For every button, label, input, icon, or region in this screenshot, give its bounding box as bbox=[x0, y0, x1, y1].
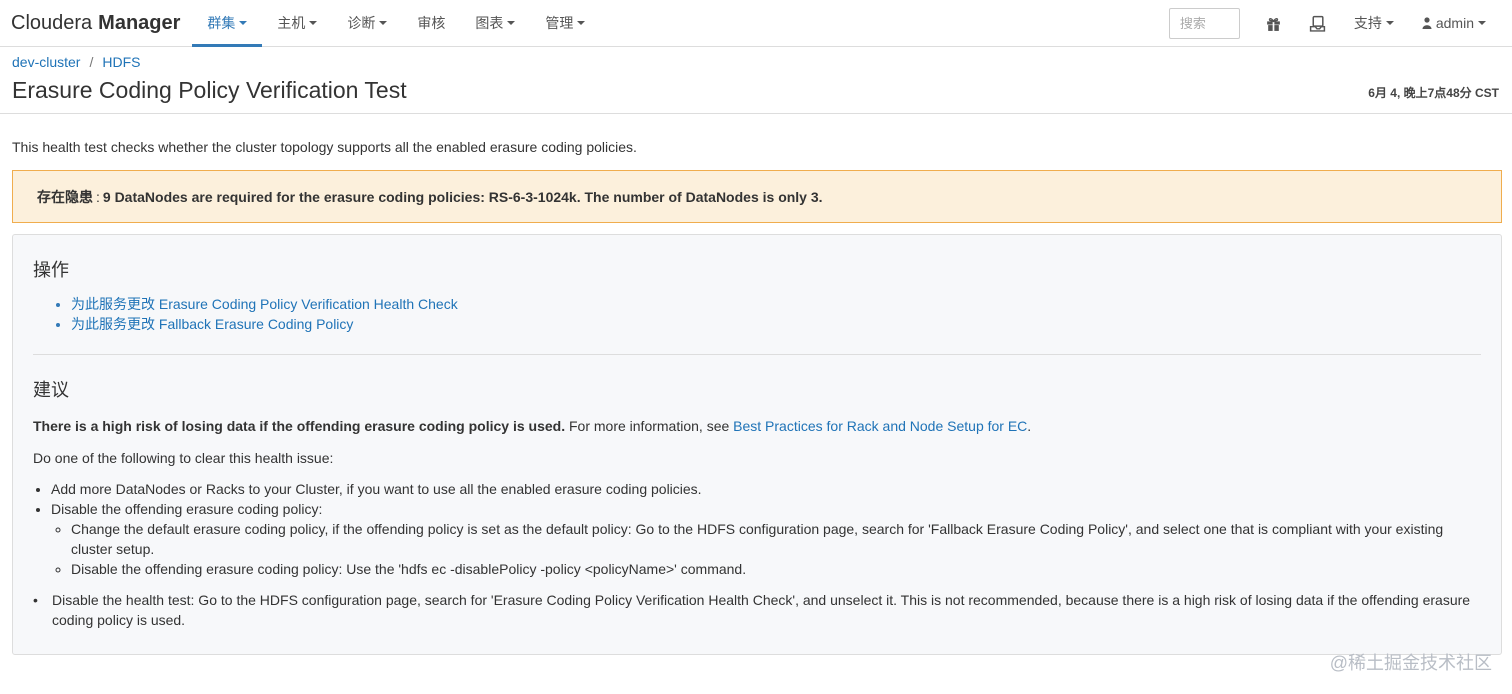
test-description: This health test checks whether the clus… bbox=[12, 139, 637, 155]
advice-lead: There is a high risk of losing data if t… bbox=[33, 416, 1481, 436]
change-fallback-policy-link[interactable]: 为此服务更改 Fallback Erasure Coding Policy bbox=[71, 316, 353, 332]
breadcrumb: dev-cluster / HDFS bbox=[12, 54, 140, 70]
brand-name-bold: Manager bbox=[98, 11, 181, 34]
list-item: Change the default erasure coding policy… bbox=[71, 519, 1481, 559]
menu-support[interactable]: 支持 bbox=[1340, 0, 1408, 47]
list-item: Disable the offending erasure coding pol… bbox=[71, 559, 1481, 579]
list-item: • Disable the health test: Go to the HDFS… bbox=[33, 590, 1481, 630]
parcel-button[interactable] bbox=[1296, 0, 1340, 47]
best-practices-link[interactable]: Best Practices for Rack and Node Setup f… bbox=[733, 418, 1027, 434]
alert-message: 9 DataNodes are required for the erasure… bbox=[102, 188, 823, 205]
top-navbar: Cloudera Manager 群集 主机 诊断 审核 图表 管理 搜索 支持… bbox=[0, 0, 1512, 47]
list-item: 为此服务更改 Fallback Erasure Coding Policy bbox=[71, 314, 1481, 334]
breadcrumb-separator: / bbox=[89, 54, 94, 70]
main-menu: 群集 主机 诊断 审核 图表 管理 bbox=[192, 0, 600, 47]
gift-button[interactable] bbox=[1252, 0, 1296, 47]
brand-logo[interactable]: Cloudera Manager bbox=[0, 0, 192, 46]
alert-label: 存在隐患 bbox=[37, 188, 93, 205]
advice-section: 建议 There is a high risk of losing data i… bbox=[33, 377, 1481, 630]
gift-icon bbox=[1267, 17, 1281, 31]
steps-list: Add more DataNodes or Racks to your Clus… bbox=[33, 479, 1481, 579]
menu-clusters[interactable]: 群集 bbox=[192, 0, 263, 47]
search-input[interactable] bbox=[1168, 7, 1240, 39]
menu-hosts[interactable]: 主机 bbox=[262, 0, 332, 46]
menu-charts-label: 图表 bbox=[475, 15, 504, 31]
section-divider bbox=[33, 354, 1481, 355]
alert-colon: : bbox=[96, 188, 100, 205]
caret-down-icon bbox=[507, 21, 516, 25]
caret-down-icon bbox=[309, 21, 318, 25]
page-title: Erasure Coding Policy Verification Test bbox=[12, 77, 407, 103]
caret-down-icon bbox=[379, 21, 388, 25]
breadcrumb-hdfs-link[interactable]: HDFS bbox=[102, 54, 140, 70]
step3-text: Disable the health test: Go to the HDFS … bbox=[52, 592, 1471, 628]
menu-user-label: admin bbox=[1435, 15, 1474, 31]
steps-intro: Do one of the following to clear this he… bbox=[33, 450, 334, 466]
user-icon bbox=[1422, 17, 1432, 29]
main-content: This health test checks whether the clus… bbox=[0, 138, 1512, 655]
change-health-check-link[interactable]: 为此服务更改 Erasure Coding Policy Verificatio… bbox=[71, 296, 458, 312]
parcel-icon bbox=[1310, 15, 1326, 32]
menu-diagnostics-label: 诊断 bbox=[347, 15, 376, 31]
details-panel: 操作 为此服务更改 Erasure Coding Policy Verifica… bbox=[12, 234, 1502, 655]
breadcrumb-cluster-link[interactable]: dev-cluster bbox=[12, 54, 80, 70]
health-alert: 存在隐患:9 DataNodes are required for the er… bbox=[12, 170, 1502, 223]
menu-audits-label: 审核 bbox=[417, 15, 446, 31]
actions-list: 为此服务更改 Erasure Coding Policy Verificatio… bbox=[33, 294, 1481, 334]
page-header: dev-cluster / HDFS Erasure Coding Policy V… bbox=[0, 47, 1512, 114]
list-item: Add more DataNodes or Racks to your Clus… bbox=[51, 479, 1481, 499]
menu-administration[interactable]: 管理 bbox=[530, 0, 600, 46]
step2-text: Disable the offending erasure coding pol… bbox=[51, 501, 323, 517]
actions-heading: 操作 bbox=[33, 260, 69, 280]
list-item: Disable the offending erasure coding pol… bbox=[51, 499, 1481, 579]
menu-user[interactable]: admin bbox=[1408, 0, 1500, 47]
lead-end: . bbox=[1027, 418, 1032, 434]
menu-diagnostics[interactable]: 诊断 bbox=[332, 0, 402, 46]
risk-warning: There is a high risk of losing data if t… bbox=[33, 418, 566, 434]
brand-name-light: Cloudera bbox=[11, 11, 93, 34]
sub-steps-list: Change the default erasure coding policy… bbox=[51, 519, 1481, 579]
caret-down-icon bbox=[577, 21, 586, 25]
menu-clusters-label: 群集 bbox=[207, 15, 236, 31]
menu-hosts-label: 主机 bbox=[277, 15, 306, 31]
bullet-glyph: • bbox=[33, 592, 38, 608]
menu-charts[interactable]: 图表 bbox=[460, 0, 530, 46]
navbar-right: 支持 admin bbox=[1168, 0, 1512, 47]
timestamp: 6月 4, 晚上7点48分 CST bbox=[1368, 86, 1499, 100]
caret-down-icon bbox=[239, 21, 248, 25]
watermark: @稀土掘金技术社区 bbox=[1329, 653, 1492, 673]
list-item: 为此服务更改 Erasure Coding Policy Verificatio… bbox=[71, 294, 1481, 314]
advice-heading: 建议 bbox=[33, 380, 69, 400]
more-info-text: For more information, see bbox=[565, 418, 734, 434]
caret-down-icon bbox=[1478, 21, 1486, 25]
caret-down-icon bbox=[1385, 21, 1394, 25]
menu-audits[interactable]: 审核 bbox=[402, 0, 460, 46]
menu-support-label: 支持 bbox=[1353, 15, 1382, 31]
menu-administration-label: 管理 bbox=[545, 15, 574, 31]
